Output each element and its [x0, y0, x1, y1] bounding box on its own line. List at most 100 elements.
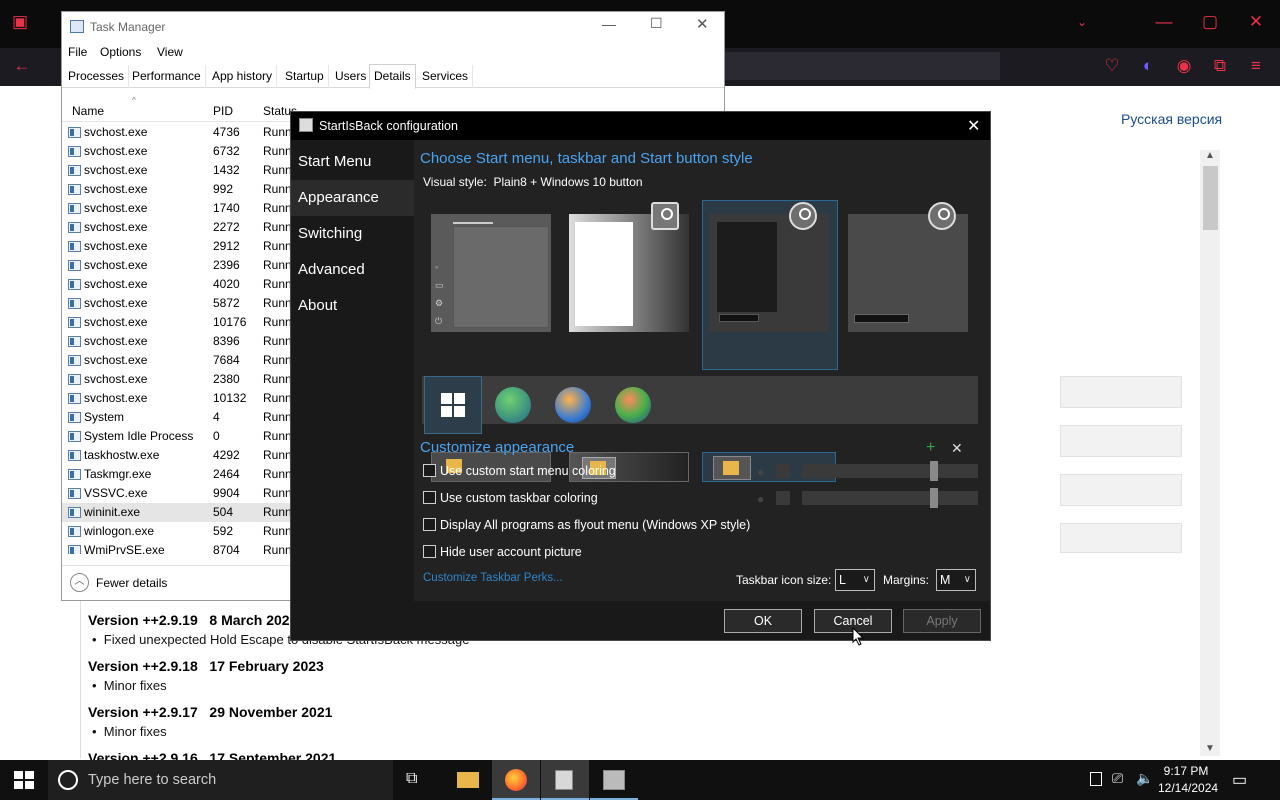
opacity-slider-start[interactable]: [802, 461, 978, 481]
process-name: svchost.exe: [84, 296, 148, 310]
extension-icon[interactable]: ◐: [1136, 56, 1160, 76]
menu-file[interactable]: File: [68, 45, 87, 59]
nav-switching[interactable]: Switching: [291, 216, 414, 252]
checkbox[interactable]: [423, 518, 436, 531]
style-thumb-windows7[interactable]: [569, 202, 689, 332]
clock-date[interactable]: 12/14/2024: [1158, 781, 1218, 795]
task-manager-titlebar[interactable]: Task Manager — ☐ ✕: [62, 12, 724, 42]
tab-users[interactable]: Users: [331, 65, 372, 88]
apply-button[interactable]: Apply: [903, 609, 981, 633]
dialog-titlebar[interactable]: StartIsBack configuration ✕: [291, 112, 990, 140]
start-button-orb-vista[interactable]: [615, 387, 651, 423]
minimize-icon[interactable]: —: [1152, 12, 1176, 32]
slider-knob[interactable]: [930, 488, 938, 508]
margins-select[interactable]: M ∨: [936, 569, 976, 591]
page-scrollbar[interactable]: ▲ ▼: [1200, 150, 1220, 756]
maximize-icon[interactable]: ☐: [650, 15, 663, 32]
network-icon[interactable]: ⎚: [1112, 770, 1123, 787]
tab-details[interactable]: Details: [369, 64, 416, 89]
sidebar-box[interactable]: [1060, 376, 1182, 408]
column-pid[interactable]: PID: [213, 104, 233, 118]
opacity-slider-taskbar[interactable]: [802, 488, 978, 508]
volume-muted-icon[interactable]: 🔈: [1136, 770, 1153, 787]
search-box[interactable]: Type here to search: [48, 760, 393, 800]
minimize-icon[interactable]: —: [602, 16, 616, 32]
menu-bar: File Options View: [62, 42, 724, 64]
close-icon[interactable]: ✕: [1244, 12, 1268, 32]
option-hide-user-picture[interactable]: Hide user account picture: [423, 544, 582, 562]
maximize-icon[interactable]: ▢: [1198, 12, 1222, 32]
url-bar[interactable]: [725, 52, 1000, 80]
scroll-up-icon[interactable]: ▲: [1205, 150, 1215, 161]
color-swatch[interactable]: [776, 464, 790, 478]
process-pid: 504: [213, 505, 234, 519]
option-custom-start-coloring[interactable]: Use custom start menu coloring: [423, 463, 616, 481]
start-button-orb-win7[interactable]: [555, 387, 591, 423]
chevron-up-icon[interactable]: ︿: [70, 573, 89, 592]
style-thumb-plain8[interactable]: ◦ ▭ ⚙ ⏻: [431, 214, 551, 332]
start-button[interactable]: [14, 771, 34, 789]
fewer-details-button[interactable]: Fewer details: [96, 576, 167, 590]
firefox-view-icon[interactable]: ▣: [8, 12, 32, 32]
tab-processes[interactable]: Processes: [64, 65, 130, 88]
scroll-down-icon[interactable]: ▼: [1205, 743, 1215, 754]
checkbox[interactable]: [423, 491, 436, 504]
slider-knob[interactable]: [930, 461, 938, 481]
task-view-icon[interactable]: ⧉: [406, 770, 417, 788]
tab-performance[interactable]: Performance: [128, 65, 206, 88]
taskbar-file-explorer[interactable]: [443, 760, 491, 800]
color-drop-icon: ●: [757, 465, 765, 479]
color-drop-icon: ●: [757, 492, 765, 506]
nav-appearance[interactable]: Appearance: [291, 180, 414, 216]
pocket-icon[interactable]: ♡: [1100, 56, 1124, 76]
option-flyout-menu[interactable]: Display All programs as flyout menu (Win…: [423, 517, 750, 535]
scroll-thumb[interactable]: [1203, 166, 1218, 230]
menu-options[interactable]: Options: [100, 45, 141, 59]
ok-button[interactable]: OK: [724, 609, 802, 633]
column-name[interactable]: Name: [72, 104, 104, 118]
customize-perks-link[interactable]: Customize Taskbar Perks...: [423, 572, 563, 584]
russian-version-link[interactable]: Русская версия: [1121, 111, 1222, 127]
checkbox[interactable]: [423, 545, 436, 558]
process-name: wininit.exe: [84, 505, 141, 519]
option-custom-taskbar-coloring[interactable]: Use custom taskbar coloring: [423, 490, 598, 508]
checkbox[interactable]: [423, 464, 436, 477]
sidebar-box[interactable]: [1060, 523, 1182, 553]
taskbar-firefox[interactable]: [492, 760, 540, 800]
taskbar-task-manager[interactable]: [541, 760, 589, 800]
process-status: Runn: [263, 144, 292, 158]
tab-services[interactable]: Services: [418, 65, 474, 88]
style-thumb-windows10-alt[interactable]: [848, 202, 968, 332]
process-name: svchost.exe: [84, 182, 148, 196]
add-icon[interactable]: +: [926, 439, 935, 457]
account-icon[interactable]: ◉: [1172, 56, 1196, 76]
back-icon[interactable]: ←: [10, 56, 34, 76]
process-pid: 4020: [213, 277, 240, 291]
style-thumb-windows10[interactable]: [709, 202, 829, 332]
list-tabs-icon[interactable]: ⌄: [1070, 12, 1094, 32]
start-button-windows10[interactable]: [424, 376, 482, 434]
sidebar-box[interactable]: [1060, 425, 1182, 457]
dialog-nav: Start Menu Appearance Switching Advanced…: [291, 140, 414, 601]
menu-icon[interactable]: ≡: [1244, 56, 1268, 76]
close-icon[interactable]: ✕: [696, 15, 709, 33]
process-pid: 1740: [213, 201, 240, 215]
start-button-orb-green[interactable]: [495, 387, 531, 423]
sidebar-box[interactable]: [1060, 474, 1182, 506]
taskbar-startisback[interactable]: [590, 760, 638, 800]
menu-view[interactable]: View: [157, 45, 183, 59]
tab-app-history[interactable]: App history: [208, 65, 278, 88]
icon-size-select[interactable]: L ∨: [835, 569, 875, 591]
nav-advanced[interactable]: Advanced: [291, 252, 414, 288]
color-swatch[interactable]: [776, 491, 790, 505]
tab-startup[interactable]: Startup: [281, 65, 329, 88]
remove-icon[interactable]: ✕: [951, 440, 963, 457]
process-name: svchost.exe: [84, 372, 148, 386]
clock-time[interactable]: 9:17 PM: [1160, 764, 1212, 778]
nav-about[interactable]: About: [291, 288, 414, 324]
action-center-icon[interactable]: ▭: [1232, 770, 1247, 790]
close-icon[interactable]: ✕: [967, 116, 980, 136]
nav-start-menu[interactable]: Start Menu: [291, 144, 414, 180]
notification-chevron-icon[interactable]: [1090, 772, 1102, 786]
extensions-puzzle-icon[interactable]: ⧉: [1208, 56, 1232, 76]
